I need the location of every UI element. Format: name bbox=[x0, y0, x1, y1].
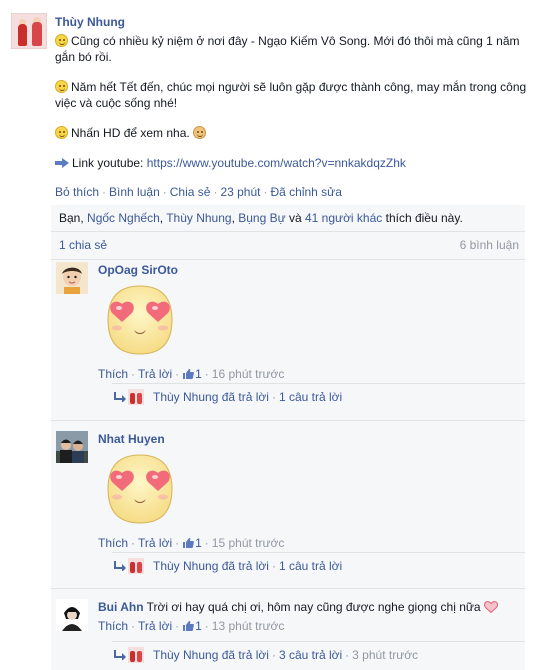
heart-icon bbox=[483, 601, 498, 613]
like-thumb-icon bbox=[183, 538, 195, 548]
commenter-name[interactable]: OpOag SirOto bbox=[98, 263, 178, 277]
reply-arrow-icon bbox=[114, 561, 126, 571]
liker-link[interactable]: Bụng Bự bbox=[238, 211, 285, 225]
shares-link[interactable]: 1 chia sẻ bbox=[59, 238, 107, 252]
post-author-name[interactable]: Thùy Nhung bbox=[55, 15, 125, 29]
share-button[interactable]: Chia sẻ bbox=[170, 185, 211, 199]
reply-count[interactable]: 1 câu trả lời bbox=[279, 390, 342, 404]
comment-like-count[interactable]: 1 bbox=[195, 367, 202, 381]
link-label: Link youtube: bbox=[72, 156, 144, 170]
unlike-button[interactable]: Bỏ thích bbox=[55, 185, 99, 199]
smile-icon bbox=[55, 126, 68, 139]
reply-author-text[interactable]: Thùy Nhung đã trả lời bbox=[153, 559, 269, 573]
reply-button[interactable]: Trả lời bbox=[138, 619, 172, 633]
reply-author-text[interactable]: Thùy Nhung đã trả lời bbox=[153, 648, 269, 662]
likes-and: và bbox=[285, 211, 305, 225]
commenter-avatar[interactable] bbox=[56, 599, 88, 631]
replies-summary[interactable]: Thùy Nhung đã trả lời · 1 câu trả lời bbox=[112, 383, 525, 409]
reply-count[interactable]: 1 câu trả lời bbox=[279, 559, 342, 573]
comment-timestamp[interactable]: 15 phút trước bbox=[212, 536, 285, 550]
liker-link[interactable]: Thùy Nhung bbox=[166, 211, 231, 225]
youtube-link[interactable]: https://www.youtube.com/watch?v=nnkakdqz… bbox=[147, 156, 406, 170]
comment-actions: Thích · Trả lời · 1 · 16 phút trước bbox=[98, 367, 285, 381]
comment-button[interactable]: Bình luận bbox=[109, 185, 160, 199]
post-line-2: Năm hết Tết đến, chúc mọi người sẽ luôn … bbox=[55, 80, 527, 110]
likes-suffix: thích điều này. bbox=[382, 211, 463, 225]
reply-arrow-icon bbox=[114, 392, 126, 402]
others-link[interactable]: 41 người khác bbox=[305, 211, 382, 225]
reply-timestamp[interactable]: 3 phút trước bbox=[352, 648, 418, 662]
commenter-avatar[interactable] bbox=[56, 262, 88, 294]
comment-actions: Thích · Trả lời · 1 · 15 phút trước bbox=[98, 536, 285, 550]
author-avatar[interactable] bbox=[11, 13, 47, 49]
comment-count[interactable]: 6 bình luận bbox=[460, 238, 519, 252]
reply-author-avatar bbox=[128, 389, 144, 405]
reply-author-text[interactable]: Thùy Nhung đã trả lời bbox=[153, 390, 269, 404]
share-comment-counts: 1 chia sẻ 6 bình luận bbox=[51, 232, 525, 260]
comment-actions: Thích · Trả lời · 1 · 13 phút trước bbox=[98, 619, 285, 633]
like-thumb-icon bbox=[183, 369, 195, 379]
like-comment-button[interactable]: Thích bbox=[98, 619, 128, 633]
reply-count[interactable]: 3 câu trả lời bbox=[279, 648, 342, 662]
like-comment-button[interactable]: Thích bbox=[98, 536, 128, 550]
post-actions: Bỏ thích · Bình luận · Chia sẻ · 23 phút · Đã ch… bbox=[55, 185, 342, 199]
share-arrow-icon bbox=[55, 158, 69, 168]
feedback-section: Bạn, Ngốc Nghếch, Thùy Nhung, Bụng Bự và… bbox=[51, 205, 525, 670]
like-thumb-icon bbox=[183, 621, 195, 631]
reply-button[interactable]: Trả lời bbox=[138, 536, 172, 550]
replies-summary[interactable]: Thùy Nhung đã trả lời · 3 câu trả lời · 3 ph… bbox=[112, 641, 525, 667]
reply-author-avatar bbox=[128, 558, 144, 574]
post-line-1: Cũng có nhiều kỷ niệm ở nơi đây - Ngạo K… bbox=[55, 34, 520, 64]
comment-text: Trời ơi hay quá chị ơi, hôm nay cũng đượ… bbox=[146, 600, 481, 614]
reply-author-avatar bbox=[128, 647, 144, 663]
post-body: Cũng có nhiều kỷ niệm ở nơi đây - Ngạo K… bbox=[55, 33, 533, 171]
palette-icon bbox=[193, 126, 207, 139]
commenter-name[interactable]: Bui Ahn bbox=[98, 600, 144, 614]
comment-timestamp[interactable]: 16 phút trước bbox=[212, 367, 285, 381]
comment-like-count[interactable]: 1 bbox=[195, 619, 202, 633]
commenter-name[interactable]: Nhat Huyen bbox=[98, 432, 165, 446]
heart-eyes-sticker bbox=[107, 454, 173, 524]
edited-link[interactable]: Đã chỉnh sửa bbox=[270, 185, 341, 199]
smile-icon bbox=[55, 80, 68, 93]
replies-summary[interactable]: Thùy Nhung đã trả lời · 1 câu trả lời bbox=[112, 552, 525, 578]
comment-like-count[interactable]: 1 bbox=[195, 536, 202, 550]
likes-prefix: Bạn, bbox=[59, 211, 88, 225]
commenter-avatar[interactable] bbox=[56, 431, 88, 463]
post-timestamp[interactable]: 23 phút bbox=[220, 185, 260, 199]
likes-summary: Bạn, Ngốc Nghếch, Thùy Nhung, Bụng Bự và… bbox=[51, 205, 525, 232]
comment-timestamp[interactable]: 13 phút trước bbox=[212, 619, 285, 633]
liker-link[interactable]: Ngốc Nghếch bbox=[87, 211, 160, 225]
like-comment-button[interactable]: Thích bbox=[98, 367, 128, 381]
reply-button[interactable]: Trả lời bbox=[138, 367, 172, 381]
smile-icon bbox=[55, 34, 68, 47]
post-line-3: Nhấn HD để xem nha. bbox=[71, 126, 190, 140]
heart-eyes-sticker bbox=[107, 285, 173, 355]
reply-arrow-icon bbox=[114, 650, 126, 660]
comment-content: Bui Ahn Trời ơi hay quá chị ơi, hôm nay … bbox=[98, 600, 523, 614]
facebook-post: Thùy Nhung Cũng có nhiều kỷ niệm ở nơi đ… bbox=[0, 0, 543, 670]
